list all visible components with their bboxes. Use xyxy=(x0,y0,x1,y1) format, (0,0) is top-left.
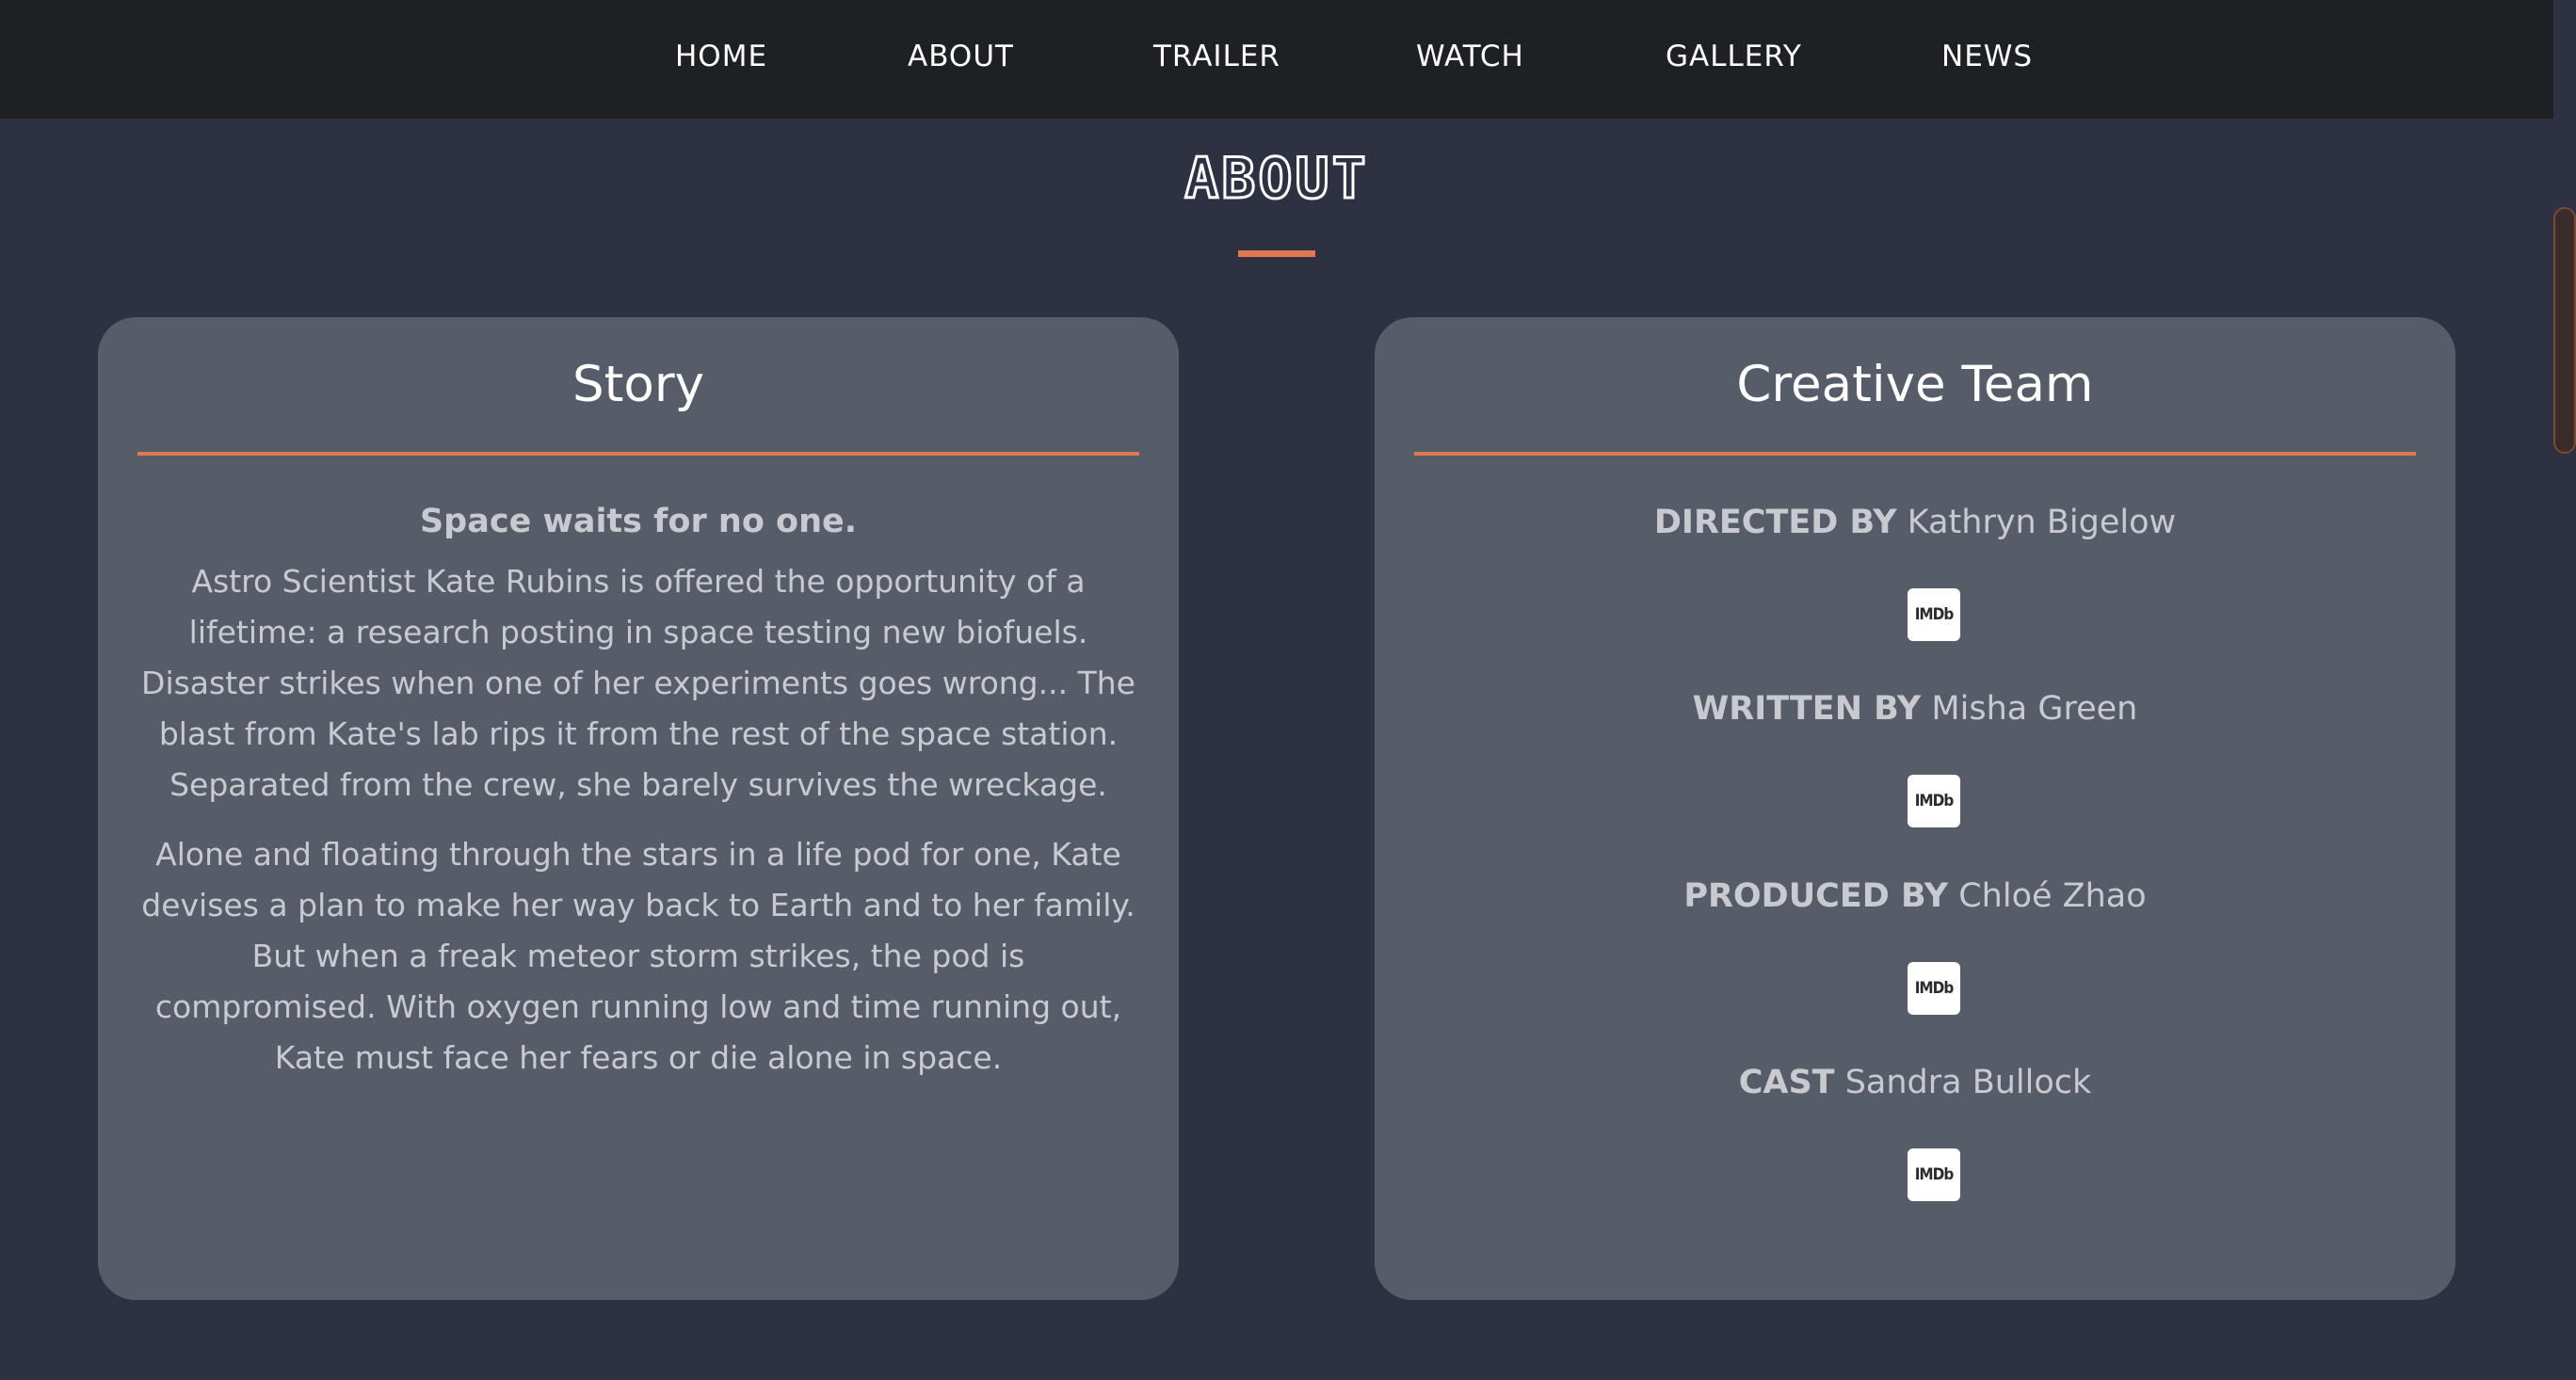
imdb-icon[interactable]: IMDb xyxy=(1908,588,1960,641)
scrollbar-thumb[interactable] xyxy=(2553,207,2576,454)
story-card: Story Space waits for no one. Astro Scie… xyxy=(98,317,1179,1300)
nav-about-link[interactable]: ABOUT xyxy=(908,40,1014,73)
nav-gallery-link[interactable]: GALLERY xyxy=(1666,40,1802,73)
credit-name: Chloé Zhao xyxy=(1958,877,2147,915)
nav-watch-link[interactable]: WATCH xyxy=(1416,40,1524,73)
credit-name: Misha Green xyxy=(1931,690,2138,728)
credit-cast: CAST Sandra Bullock xyxy=(1375,1059,2455,1106)
credit-role: CAST xyxy=(1738,1064,1835,1101)
imdb-icon[interactable]: IMDb xyxy=(1908,1148,1960,1201)
story-body: Space waits for no one. Astro Scientist … xyxy=(137,496,1139,1102)
title-underline xyxy=(1238,250,1315,257)
nav-trailer-link[interactable]: TRAILER xyxy=(1153,40,1280,73)
story-tagline: Space waits for no one. xyxy=(419,503,858,540)
credit-role: DIRECTED BY xyxy=(1653,504,1897,541)
creative-team-card: Creative Team DIRECTED BY Kathryn Bigelo… xyxy=(1375,317,2455,1300)
imdb-icon[interactable]: IMDb xyxy=(1908,962,1960,1015)
credit-writer: WRITTEN BY Misha Green xyxy=(1375,685,2455,732)
nav-menu: HOME ABOUT TRAILER WATCH GALLERY NEWS xyxy=(0,0,2553,119)
credit-name: Sandra Bullock xyxy=(1844,1064,2092,1101)
team-divider xyxy=(1414,452,2416,456)
section-title: ABOUT xyxy=(1183,145,1369,214)
story-heading: Story xyxy=(572,356,704,413)
credit-role: PRODUCED BY xyxy=(1683,877,1949,915)
top-navbar: HOME ABOUT TRAILER WATCH GALLERY NEWS xyxy=(0,0,2553,119)
team-heading: Creative Team xyxy=(1736,356,2094,413)
nav-news-link[interactable]: NEWS xyxy=(1941,40,2033,73)
credit-director: DIRECTED BY Kathryn Bigelow xyxy=(1375,499,2455,546)
credit-name: Kathryn Bigelow xyxy=(1907,504,2177,541)
nav-home-link[interactable]: HOME xyxy=(675,40,767,73)
imdb-icon[interactable]: IMDb xyxy=(1908,775,1960,827)
page: HOME ABOUT TRAILER WATCH GALLERY NEWS AB… xyxy=(0,0,2576,1380)
story-divider xyxy=(137,452,1139,456)
story-paragraph-2: Alone and floating through the stars in … xyxy=(141,836,1135,1076)
credit-producer: PRODUCED BY Chloé Zhao xyxy=(1375,873,2455,920)
credit-role: WRITTEN BY xyxy=(1692,690,1922,728)
story-paragraph-1: Astro Scientist Kate Rubins is offered t… xyxy=(141,563,1135,803)
